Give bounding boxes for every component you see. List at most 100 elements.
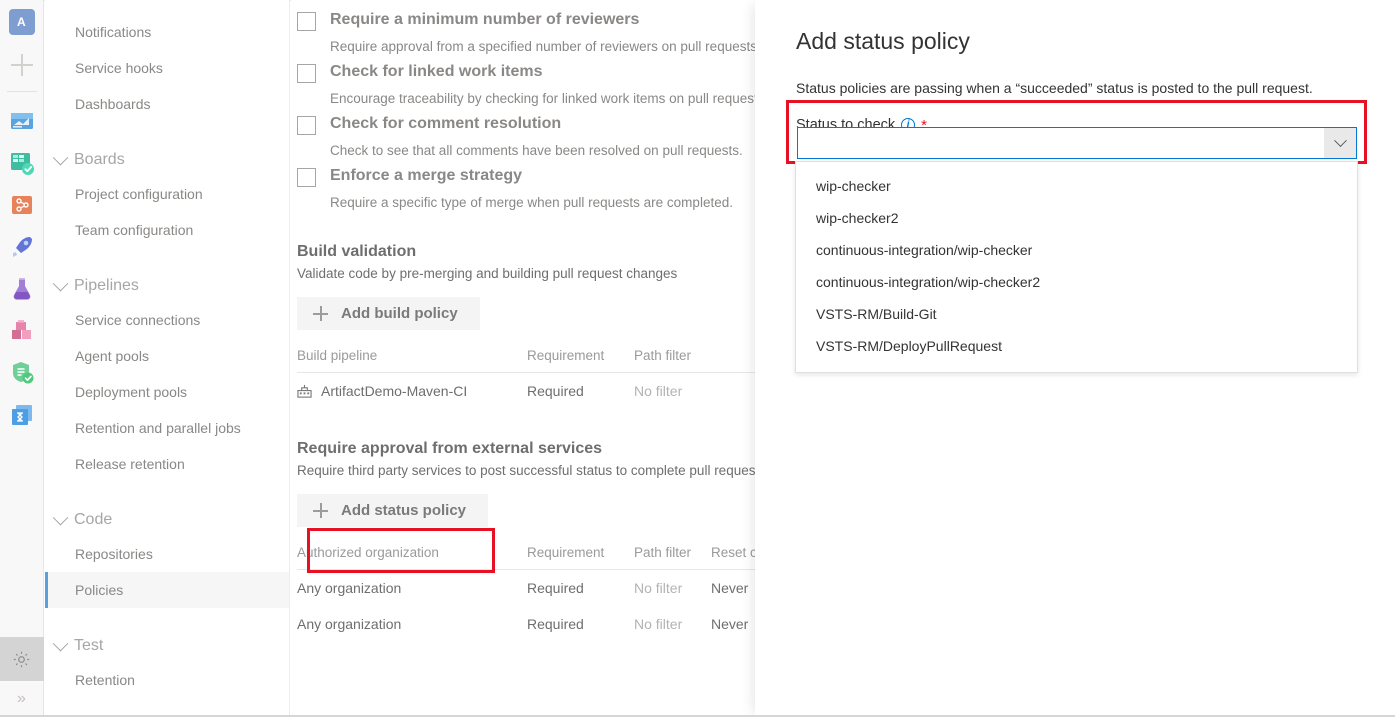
cell-requirement: Required bbox=[527, 383, 634, 399]
section-title: Build validation bbox=[297, 242, 755, 262]
policy-title: Check for comment resolution bbox=[330, 114, 561, 134]
sidebar-group-label: Boards bbox=[74, 144, 125, 176]
column-header-build-pipeline: Build pipeline bbox=[297, 348, 527, 363]
sidebar-item-deployment-pools[interactable]: Deployment pools bbox=[45, 374, 289, 410]
checkbox-linked-work-items[interactable] bbox=[297, 64, 316, 83]
settings-sidebar: Notifications Service hooks Dashboards B… bbox=[45, 0, 290, 717]
checkbox-comment-resolution[interactable] bbox=[297, 116, 316, 135]
status-options-dropdown[interactable]: wip-checker wip-checker2 continuous-inte… bbox=[795, 161, 1358, 373]
dropdown-option-ci-wip-checker2[interactable]: continuous-integration/wip-checker2 bbox=[796, 266, 1357, 298]
column-header-requirement: Requirement bbox=[527, 348, 634, 363]
chevron-down-icon bbox=[53, 275, 69, 291]
test-plans-icon[interactable] bbox=[9, 276, 35, 302]
sidebar-item-release-retention[interactable]: Release retention bbox=[45, 446, 289, 482]
column-header-authorized-organization: Authorized organization bbox=[297, 545, 527, 560]
policy-merge-strategy: Enforce a merge strategy Require a speci… bbox=[297, 166, 755, 212]
gear-icon[interactable] bbox=[0, 637, 44, 681]
pipelines-icon[interactable] bbox=[9, 234, 35, 260]
build-validation-table: Build pipeline Requirement Path filter A… bbox=[297, 348, 755, 409]
artifacts-icon[interactable] bbox=[9, 318, 35, 344]
plus-icon bbox=[313, 503, 328, 518]
overview-icon[interactable] bbox=[9, 108, 35, 134]
sidebar-item-retention-and-parallel-jobs[interactable]: Retention and parallel jobs bbox=[45, 410, 289, 446]
policies-content: Require a minimum number of reviewers Re… bbox=[291, 0, 755, 717]
section-subtitle: Require third party services to post suc… bbox=[297, 462, 755, 480]
table-header: Build pipeline Requirement Path filter bbox=[297, 348, 755, 373]
avatar[interactable]: A bbox=[9, 9, 35, 35]
cell-path-filter: No filter bbox=[634, 383, 711, 399]
cell-reset: Never bbox=[711, 616, 755, 632]
global-icon-rail: A » bbox=[0, 0, 44, 717]
security-icon[interactable] bbox=[9, 360, 35, 386]
sidebar-item-repositories[interactable]: Repositories bbox=[45, 536, 289, 572]
sidebar-group-boards[interactable]: Boards bbox=[45, 144, 289, 176]
cell-requirement: Required bbox=[527, 580, 634, 596]
page-title: Add status policy bbox=[796, 28, 1395, 55]
expand-rail-icon[interactable]: » bbox=[0, 681, 44, 717]
sidebar-item-notifications[interactable]: Notifications bbox=[45, 14, 289, 50]
sidebar-item-service-hooks[interactable]: Service hooks bbox=[45, 50, 289, 86]
sidebar-group-pipelines[interactable]: Pipelines bbox=[45, 270, 289, 302]
dropdown-option-wip-checker[interactable]: wip-checker bbox=[796, 170, 1357, 202]
panel-description: Status policies are passing when a “succ… bbox=[796, 80, 1395, 96]
policy-title: Check for linked work items bbox=[330, 62, 543, 82]
retention-icon[interactable] bbox=[9, 402, 35, 428]
section-title: Require approval from external services bbox=[297, 439, 755, 459]
policy-title: Require a minimum number of reviewers bbox=[330, 10, 639, 30]
column-header-path-filter: Path filter bbox=[634, 545, 711, 560]
sidebar-item-service-connections[interactable]: Service connections bbox=[45, 302, 289, 338]
cell-path-filter: No filter bbox=[634, 616, 711, 632]
sidebar-item-project-configuration[interactable]: Project configuration bbox=[45, 176, 289, 212]
table-header: Authorized organization Requirement Path… bbox=[297, 545, 755, 570]
add-status-policy-label: Add status policy bbox=[341, 502, 466, 519]
policy-description: Check to see that all comments have been… bbox=[330, 142, 755, 160]
dropdown-option-vsts-rm-deploy-pull-request[interactable]: VSTS-RM/DeployPullRequest bbox=[796, 330, 1357, 362]
policy-linked-work-items: Check for linked work items Encourage tr… bbox=[297, 62, 755, 108]
sidebar-group-code[interactable]: Code bbox=[45, 504, 289, 536]
column-header-path-filter: Path filter bbox=[634, 348, 711, 363]
boards-icon[interactable] bbox=[9, 150, 35, 176]
cell-organization: Any organization bbox=[297, 616, 527, 632]
sidebar-item-agent-pools[interactable]: Agent pools bbox=[45, 338, 289, 374]
sidebar-item-test-retention[interactable]: Retention bbox=[45, 662, 289, 698]
policy-comment-resolution: Check for comment resolution Check to se… bbox=[297, 114, 755, 160]
rail-divider bbox=[7, 91, 37, 92]
chevron-down-icon bbox=[53, 509, 69, 525]
dropdown-option-vsts-rm-build-git[interactable]: VSTS-RM/Build-Git bbox=[796, 298, 1357, 330]
sidebar-item-dashboards[interactable]: Dashboards bbox=[45, 86, 289, 122]
table-row[interactable]: Any organization Required No filter Neve… bbox=[297, 570, 755, 606]
sidebar-group-label: Pipelines bbox=[74, 270, 139, 302]
checkbox-min-reviewers[interactable] bbox=[297, 12, 316, 31]
repos-icon[interactable] bbox=[9, 192, 35, 218]
status-policy-table: Authorized organization Requirement Path… bbox=[297, 545, 755, 642]
status-to-check-input[interactable] bbox=[798, 128, 1324, 158]
sidebar-group-label: Test bbox=[74, 630, 103, 662]
cell-requirement: Required bbox=[527, 616, 634, 632]
add-status-policy-button[interactable]: Add status policy bbox=[297, 494, 488, 527]
combobox-toggle-button[interactable] bbox=[1324, 128, 1356, 158]
table-row[interactable]: ArtifactDemo-Maven-CI Required No filter bbox=[297, 373, 755, 409]
status-to-check-combobox[interactable] bbox=[797, 127, 1357, 159]
policy-description: Require approval from a specified number… bbox=[330, 38, 755, 56]
checkbox-merge-strategy[interactable] bbox=[297, 168, 316, 187]
new-item-icon[interactable] bbox=[8, 51, 36, 79]
plus-icon bbox=[313, 306, 328, 321]
cell-pipeline-name: ArtifactDemo-Maven-CI bbox=[321, 383, 467, 399]
dropdown-option-wip-checker2[interactable]: wip-checker2 bbox=[796, 202, 1357, 234]
table-row[interactable]: Any organization Required No filter Neve… bbox=[297, 606, 755, 642]
cell-reset: Never bbox=[711, 580, 755, 596]
sidebar-item-team-configuration[interactable]: Team configuration bbox=[45, 212, 289, 248]
column-header-requirement: Requirement bbox=[527, 545, 634, 560]
dropdown-option-ci-wip-checker[interactable]: continuous-integration/wip-checker bbox=[796, 234, 1357, 266]
build-pipeline-icon bbox=[297, 384, 312, 399]
sidebar-item-policies[interactable]: Policies bbox=[45, 572, 289, 608]
external-services-section: Require approval from external services … bbox=[297, 439, 755, 642]
column-header-reset-conditions: Reset c bbox=[711, 545, 755, 560]
policy-description: Require a specific type of merge when pu… bbox=[330, 194, 755, 212]
cell-path-filter: No filter bbox=[634, 580, 711, 596]
sidebar-group-test[interactable]: Test bbox=[45, 630, 289, 662]
section-subtitle-text: Require third party services to post suc… bbox=[297, 463, 755, 478]
build-validation-section: Build validation Validate code by pre-me… bbox=[297, 242, 755, 409]
add-build-policy-button[interactable]: Add build policy bbox=[297, 297, 480, 330]
add-build-policy-label: Add build policy bbox=[341, 305, 458, 322]
